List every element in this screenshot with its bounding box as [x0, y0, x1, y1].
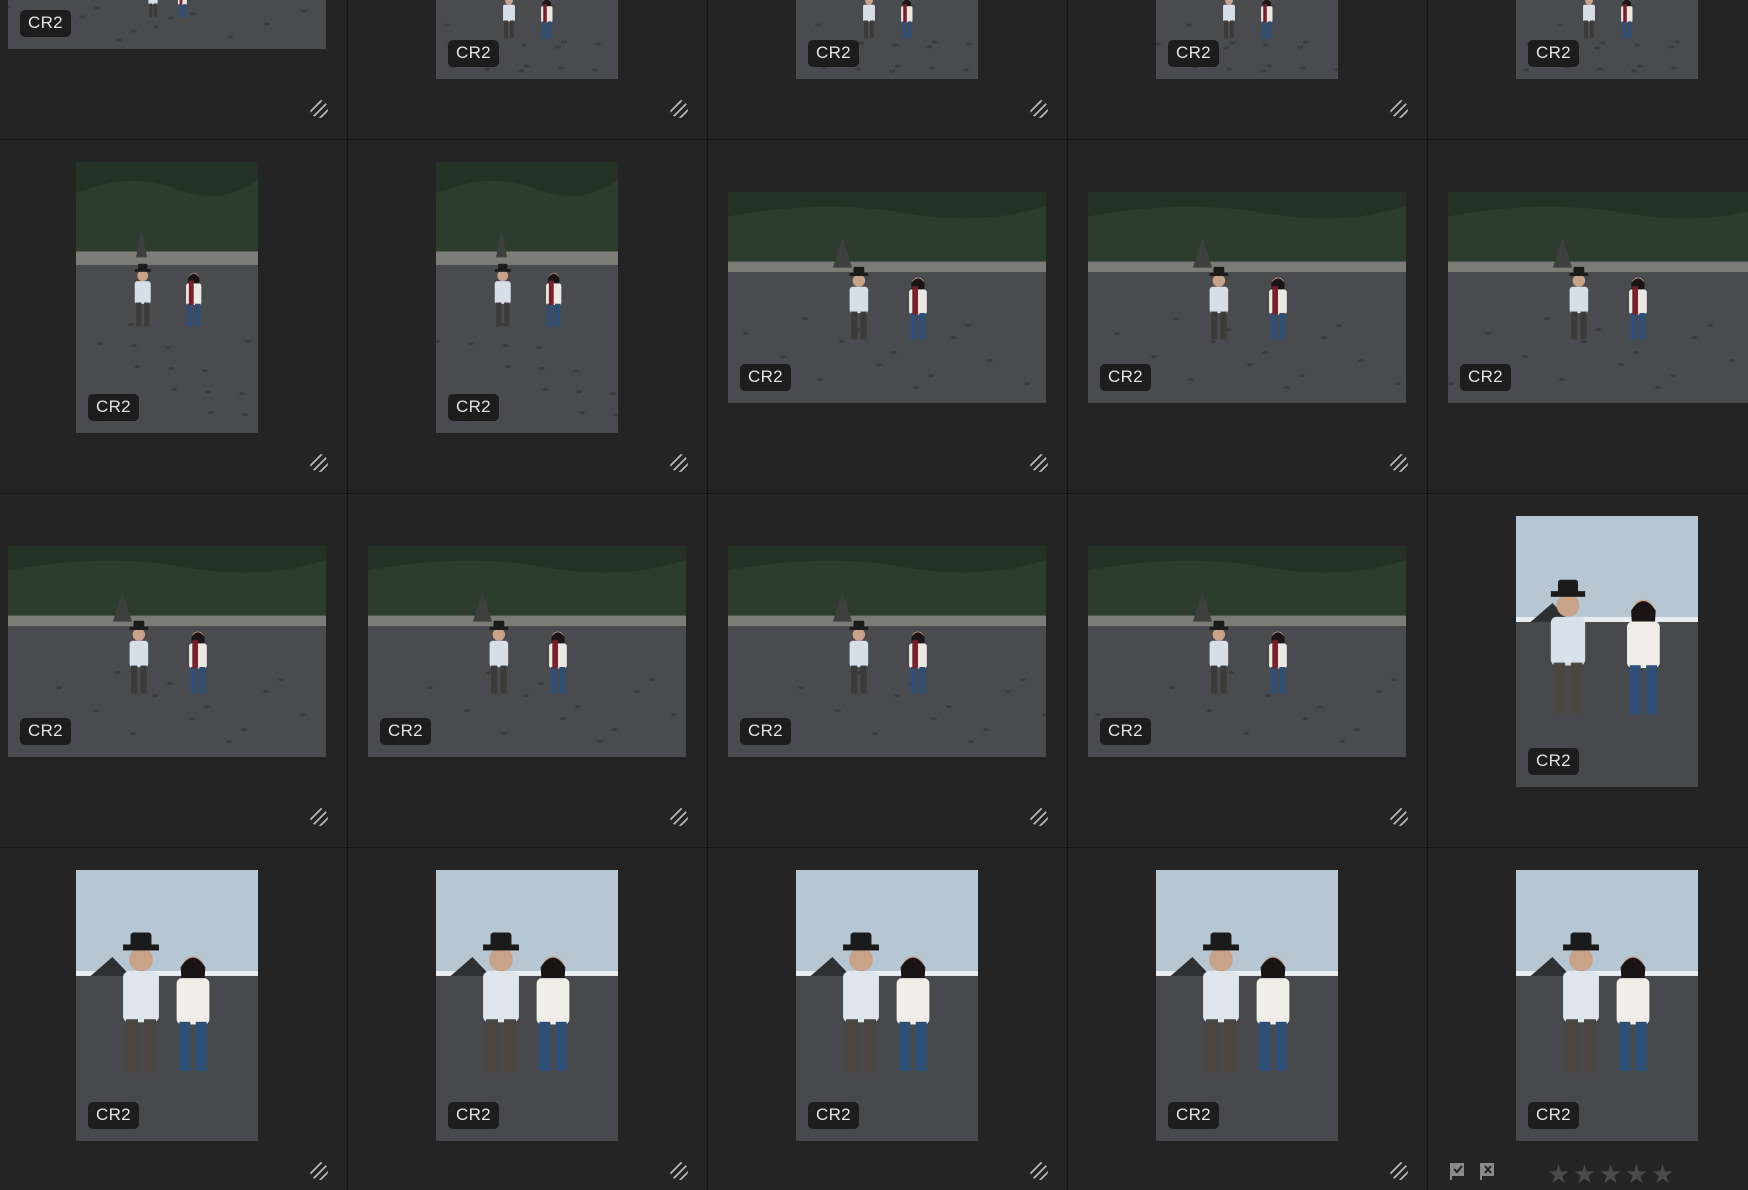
file-format-badge: CR2 — [20, 10, 71, 37]
photo-thumbnail[interactable]: CR2 — [1088, 546, 1406, 757]
file-format-badge: CR2 — [740, 364, 791, 391]
develop-settings-icon[interactable] — [1029, 453, 1049, 473]
photo-grid-cell[interactable]: CR2 — [1428, 140, 1748, 494]
develop-settings-icon[interactable] — [669, 99, 689, 119]
photo-grid-cell[interactable]: CR2 — [348, 140, 708, 494]
photo-thumbnail[interactable]: CR2 — [436, 0, 618, 79]
photo-thumbnail[interactable]: CR2 — [8, 0, 326, 49]
file-format-badge: CR2 — [740, 718, 791, 745]
photo-thumbnail[interactable]: CR2 — [436, 162, 618, 433]
file-format-badge: CR2 — [808, 1102, 859, 1129]
photo-thumbnail[interactable]: CR2 — [8, 546, 326, 757]
develop-settings-icon[interactable] — [309, 453, 329, 473]
develop-settings-icon[interactable] — [669, 807, 689, 827]
photo-grid-cell[interactable]: CR2 — [0, 848, 348, 1190]
flag-pick-icon[interactable] — [1448, 1161, 1468, 1181]
develop-settings-icon[interactable] — [669, 1161, 689, 1181]
develop-settings-icon[interactable] — [1029, 807, 1049, 827]
file-format-badge: CR2 — [1100, 364, 1151, 391]
photo-grid-cell[interactable]: CR2 — [1068, 0, 1428, 140]
file-format-badge: CR2 — [1460, 364, 1511, 391]
photo-grid-cell[interactable]: CR2 — [0, 494, 348, 848]
photo-thumbnail[interactable]: CR2 — [1448, 192, 1748, 403]
develop-settings-icon[interactable] — [1029, 99, 1049, 119]
star-icon[interactable]: ★ — [1650, 1161, 1676, 1187]
photo-thumbnail[interactable]: CR2 — [1516, 870, 1698, 1141]
photo-thumbnail[interactable]: CR2 — [728, 192, 1046, 403]
photo-grid-cell[interactable]: CR2 — [708, 848, 1068, 1190]
file-format-badge: CR2 — [448, 394, 499, 421]
file-format-badge: CR2 — [20, 718, 71, 745]
file-format-badge: CR2 — [1168, 1102, 1219, 1129]
develop-settings-icon[interactable] — [1389, 1161, 1409, 1181]
star-icon[interactable]: ★ — [1572, 1161, 1598, 1187]
photo-grid-cell[interactable]: CR2 ★★★★★ — [1428, 848, 1748, 1190]
photo-thumbnail[interactable]: CR2 — [368, 546, 686, 757]
photo-thumbnail[interactable]: CR2 — [796, 870, 978, 1141]
develop-settings-icon[interactable] — [669, 453, 689, 473]
photo-thumbnail[interactable]: CR2 — [1156, 0, 1338, 79]
photo-thumbnail[interactable]: CR2 — [76, 162, 258, 433]
photo-grid-cell[interactable]: CR2 — [708, 494, 1068, 848]
file-format-badge: CR2 — [380, 718, 431, 745]
develop-settings-icon[interactable] — [309, 807, 329, 827]
photo-grid-cell[interactable]: CR2 — [1068, 494, 1428, 848]
photo-thumbnail[interactable]: CR2 — [728, 546, 1046, 757]
star-rating: ★★★★★ — [1546, 1161, 1676, 1187]
file-format-badge: CR2 — [1100, 718, 1151, 745]
photo-thumbnail[interactable]: CR2 — [1156, 870, 1338, 1141]
star-icon[interactable]: ★ — [1598, 1161, 1624, 1187]
photo-grid-cell[interactable]: CR2 — [708, 140, 1068, 494]
photo-grid-cell[interactable]: CR2 — [348, 0, 708, 140]
develop-settings-icon[interactable] — [1029, 1161, 1049, 1181]
photo-grid-cell[interactable]: CR2 — [1428, 494, 1748, 848]
photo-grid-cell[interactable]: CR2 — [348, 848, 708, 1190]
photo-grid-cell[interactable]: CR2 — [0, 140, 348, 494]
photo-grid-cell[interactable]: CR2 — [0, 0, 348, 140]
file-format-badge: CR2 — [88, 394, 139, 421]
photo-grid-cell[interactable]: CR2 — [348, 494, 708, 848]
star-icon[interactable]: ★ — [1546, 1161, 1572, 1187]
flag-reject-icon[interactable] — [1478, 1161, 1498, 1181]
photo-thumbnail[interactable]: CR2 — [1088, 192, 1406, 403]
file-format-badge: CR2 — [1528, 1102, 1579, 1129]
develop-settings-icon[interactable] — [309, 1161, 329, 1181]
file-format-badge: CR2 — [1168, 40, 1219, 67]
flag-controls — [1448, 1161, 1498, 1181]
photo-grid-cell[interactable]: CR2 — [708, 0, 1068, 140]
develop-settings-icon[interactable] — [1389, 99, 1409, 119]
develop-settings-icon[interactable] — [309, 99, 329, 119]
photo-thumbnail[interactable]: CR2 — [796, 0, 978, 79]
star-icon[interactable]: ★ — [1624, 1161, 1650, 1187]
file-format-badge: CR2 — [808, 40, 859, 67]
develop-settings-icon[interactable] — [1389, 807, 1409, 827]
file-format-badge: CR2 — [448, 40, 499, 67]
photo-grid-cell[interactable]: CR2 — [1068, 848, 1428, 1190]
photo-thumbnail[interactable]: CR2 — [76, 870, 258, 1141]
develop-settings-icon[interactable] — [1389, 453, 1409, 473]
file-format-badge: CR2 — [1528, 40, 1579, 67]
library-grid: CR2 CR2 CR2 CR2 CR2 CR2 CR2 CR2 CR2 CR2 CR2 CR2 CR2 C… — [0, 0, 1748, 1190]
photo-grid-cell[interactable]: CR2 — [1068, 140, 1428, 494]
photo-thumbnail[interactable]: CR2 — [436, 870, 618, 1141]
file-format-badge: CR2 — [448, 1102, 499, 1129]
photo-thumbnail[interactable]: CR2 — [1516, 516, 1698, 787]
file-format-badge: CR2 — [1528, 748, 1579, 775]
file-format-badge: CR2 — [88, 1102, 139, 1129]
photo-thumbnail[interactable]: CR2 — [1516, 0, 1698, 79]
photo-grid-cell[interactable]: CR2 — [1428, 0, 1748, 140]
